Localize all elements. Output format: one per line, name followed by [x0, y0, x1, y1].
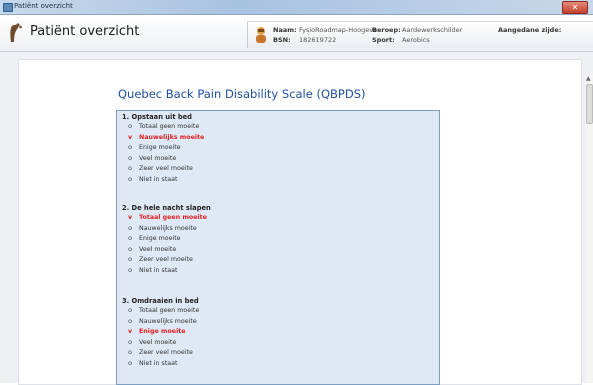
answer-option[interactable]: o Zeer veel moeite	[122, 255, 422, 266]
check-mark: v	[127, 214, 133, 221]
app-window-icon	[3, 3, 13, 12]
option-label: Niet in staat	[139, 266, 178, 274]
close-button[interactable]: ✕	[562, 1, 588, 14]
answer-option[interactable]: o Niet in staat	[122, 359, 422, 370]
radio-mark: o	[128, 175, 132, 183]
vertical-scrollbar[interactable]: ▲	[585, 74, 593, 383]
questionnaire-box: 1. Opstaan uit bed o Totaal geen moeite v…	[116, 110, 440, 385]
close-icon: ✕	[571, 3, 579, 12]
bsn-label: BSN:	[273, 36, 291, 44]
name-label: Naam:	[273, 26, 297, 34]
question-block: 2. De hele nacht slapen v Totaal geen moe…	[122, 204, 422, 277]
radio-mark: o	[128, 359, 132, 367]
option-label: Veel moeite	[139, 245, 177, 253]
option-label: Nauwelijks moeite	[139, 224, 197, 232]
radio-mark: o	[128, 245, 132, 253]
answer-option[interactable]: o Zeer veel moeite	[122, 348, 422, 359]
option-label: Nauwelijks moeite	[139, 133, 205, 141]
radio-mark: o	[128, 349, 132, 357]
option-label: Totaal geen moeite	[139, 214, 207, 221]
answer-option[interactable]: o Nauwelijks moeite	[122, 317, 422, 328]
answer-option[interactable]: o Nauwelijks moeite	[122, 224, 422, 235]
answer-option[interactable]: v Nauwelijks moeite	[122, 133, 422, 144]
scrollbar-thumb[interactable]	[586, 84, 593, 124]
answer-option[interactable]: v Enige moeite	[122, 327, 422, 338]
answer-option[interactable]: o Enige moeite	[122, 143, 422, 154]
option-label: Enige moeite	[139, 235, 181, 243]
answer-option[interactable]: o Enige moeite	[122, 234, 422, 245]
answer-option[interactable]: o Veel moeite	[122, 338, 422, 349]
patient-avatar-icon	[256, 27, 266, 43]
option-label: Totaal geen moeite	[139, 307, 200, 314]
question-block: 1. Opstaan uit bed o Totaal geen moeite v…	[122, 113, 422, 186]
form-title: Quebec Back Pain Disability Scale (QBPDS…	[118, 87, 366, 101]
answer-option[interactable]: o Veel moeite	[122, 154, 422, 165]
option-label: Niet in staat	[139, 359, 178, 367]
option-label: Zeer veel moeite	[139, 256, 193, 264]
radio-mark: o	[128, 165, 132, 173]
occupation-value: Aardewerkschilder	[402, 26, 463, 34]
occupation-label: Beroep:	[372, 26, 401, 34]
option-label: Nauwelijks moeite	[139, 317, 197, 325]
question-title: 3. Omdraaien in bed	[122, 297, 199, 305]
affected-side-label: Aangedane zijde:	[498, 26, 562, 34]
question-title: 2. De hele nacht slapen	[122, 204, 211, 212]
option-label: Totaal geen moeite	[139, 123, 200, 130]
radio-mark: o	[128, 235, 132, 243]
sport-value: Aerobics	[402, 36, 430, 44]
radio-mark: o	[128, 144, 132, 152]
radio-mark: o	[128, 224, 132, 232]
radio-mark: o	[128, 154, 132, 162]
radio-mark: o	[128, 338, 132, 346]
option-label: Zeer veel moeite	[139, 165, 193, 173]
window-titlebar: Patiënt overzicht ✕	[0, 0, 593, 15]
option-label: Veel moeite	[139, 154, 177, 162]
answer-option[interactable]: o Zeer veel moeite	[122, 164, 422, 175]
footprint-icon	[10, 23, 22, 42]
answer-option[interactable]: o Niet in staat	[122, 266, 422, 277]
option-label: Zeer veel moeite	[139, 349, 193, 357]
radio-mark: o	[128, 307, 132, 314]
option-label: Veel moeite	[139, 338, 177, 346]
answer-option[interactable]: o Totaal geen moeite	[122, 122, 422, 133]
radio-mark: o	[128, 266, 132, 274]
answer-option[interactable]: o Veel moeite	[122, 245, 422, 256]
answer-option[interactable]: o Niet in staat	[122, 175, 422, 186]
bsn-value: 182619722	[299, 36, 337, 44]
radio-mark: o	[128, 317, 132, 325]
check-mark: v	[127, 328, 133, 336]
page-header: Patiënt overzicht Naam: FysioRoadmap-Hoo…	[0, 15, 593, 52]
option-label: Enige moeite	[139, 144, 181, 152]
page-title: Patiënt overzicht	[30, 24, 140, 39]
question-title: 1. Opstaan uit bed	[122, 113, 192, 121]
window-title: Patiënt overzicht	[14, 2, 73, 10]
sport-label: Sport:	[372, 36, 395, 44]
answer-option[interactable]: v Totaal geen moeite	[122, 213, 422, 224]
answer-option[interactable]: o Totaal geen moeite	[122, 306, 422, 317]
name-value: FysioRoadmap-Hoogeve	[299, 26, 378, 34]
question-block: 3. Omdraaien in bed o Totaal geen moeite …	[122, 297, 422, 370]
option-label: Niet in staat	[139, 175, 178, 183]
scroll-up-icon[interactable]: ▲	[586, 75, 591, 82]
option-label: Enige moeite	[139, 328, 186, 336]
check-mark: v	[127, 133, 133, 141]
radio-mark: o	[128, 256, 132, 264]
patient-info-panel: Naam: FysioRoadmap-Hoogeve BSN: 18261972…	[247, 21, 593, 48]
radio-mark: o	[128, 123, 132, 130]
